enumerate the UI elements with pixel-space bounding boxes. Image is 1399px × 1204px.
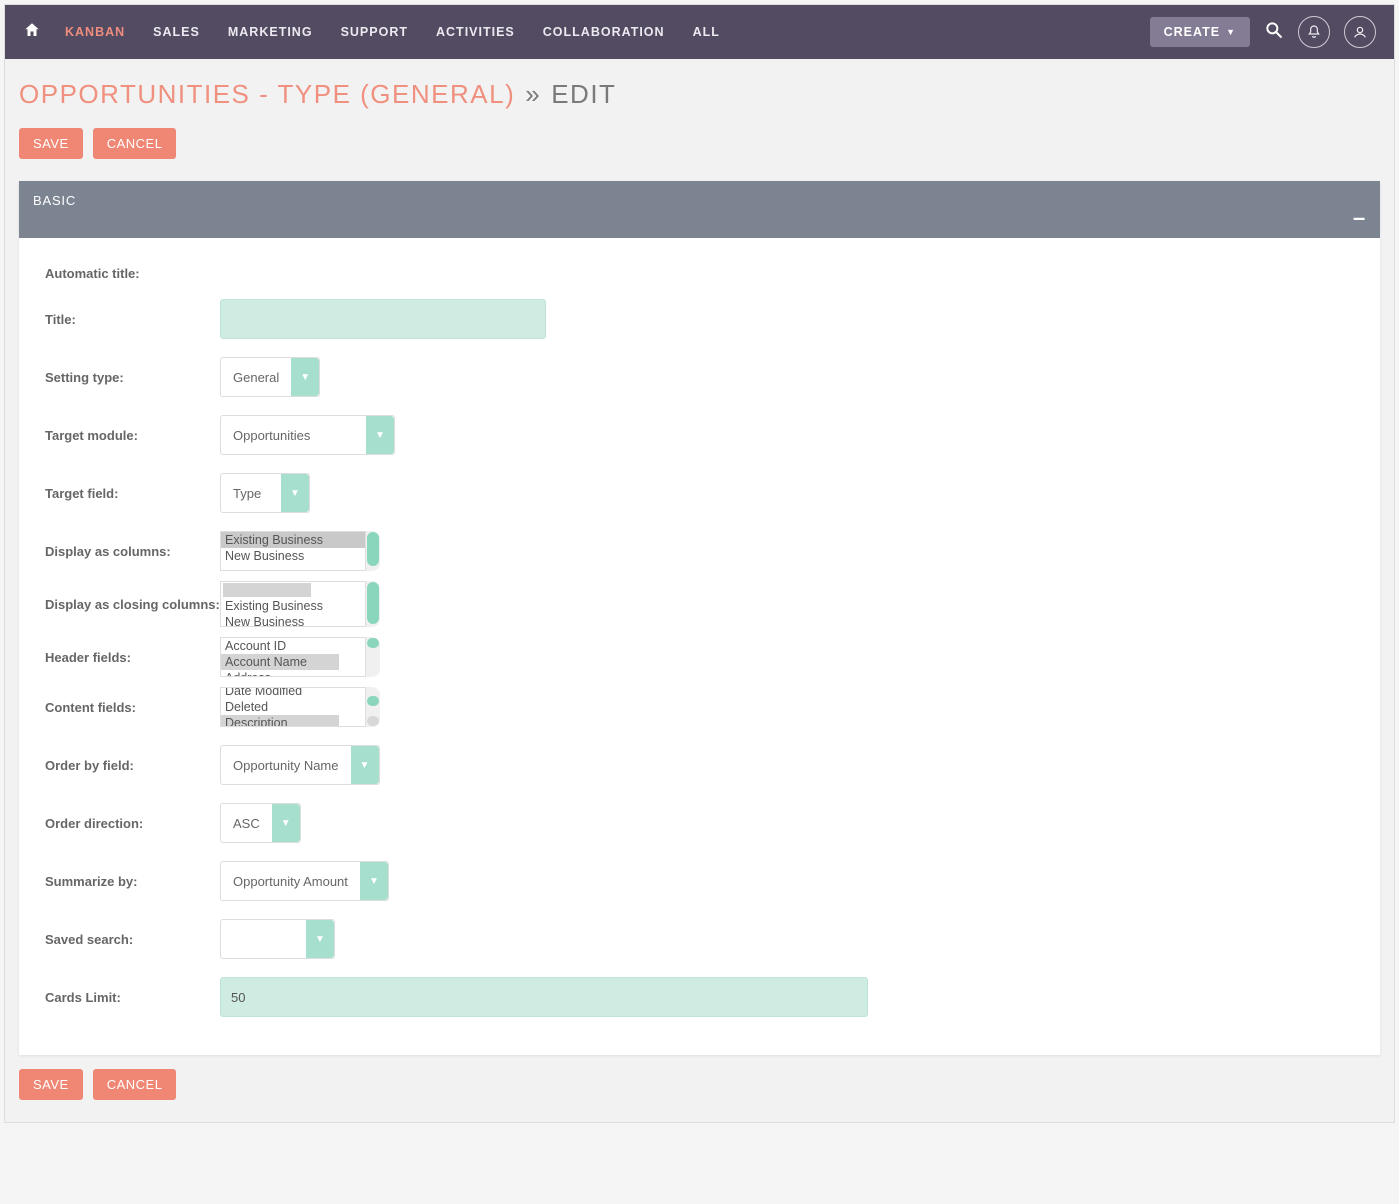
target-field-label: Target field: [45,486,220,501]
summarize-by-label: Summarize by: [45,874,220,889]
list-item[interactable]: Address [221,670,365,677]
summarize-by-value: Opportunity Amount [221,862,360,900]
scroll-thumb[interactable] [367,582,379,624]
search-icon[interactable] [1264,20,1284,45]
nav-support[interactable]: SUPPORT [341,25,408,39]
list-item[interactable]: Date Modified [221,687,365,699]
target-module-value: Opportunities [221,416,366,454]
list-item[interactable]: Account Name [221,654,339,670]
panel-title: BASIC [33,193,76,208]
list-item[interactable]: New Business [221,614,365,627]
list-item[interactable]: Account ID [221,638,365,654]
scroll-thumb[interactable] [367,716,379,726]
list-item[interactable]: Description [221,715,339,727]
caret-down-icon[interactable]: ▼ [366,416,394,454]
caret-down-icon[interactable]: ▼ [306,920,334,958]
caret-down-icon[interactable]: ▼ [272,804,300,842]
summarize-by-select[interactable]: Opportunity Amount ▼ [220,861,389,901]
home-icon[interactable] [23,21,41,44]
display-columns-select[interactable]: Existing Business New Business [220,531,366,571]
cards-limit-label: Cards Limit: [45,990,220,1005]
setting-type-label: Setting type: [45,370,220,385]
nav-kanban[interactable]: KANBAN [65,25,125,39]
nav-sales[interactable]: SALES [153,25,200,39]
order-by-select[interactable]: Opportunity Name ▼ [220,745,380,785]
breadcrumb-sep: » [525,79,541,110]
saved-search-label: Saved search: [45,932,220,947]
automatic-title-label: Automatic title: [45,266,220,281]
order-by-label: Order by field: [45,758,220,773]
navbar: KANBAN SALES MARKETING SUPPORT ACTIVITIE… [5,5,1394,59]
scrollbar[interactable] [366,687,380,727]
target-field-select[interactable]: Type ▼ [220,473,310,513]
list-item[interactable]: Deleted [221,699,365,715]
closing-columns-select[interactable]: Existing Business New Business [220,581,366,627]
list-item[interactable]: New Business [221,548,365,564]
nav-collaboration[interactable]: COLLABORATION [543,25,665,39]
saved-search-value [221,920,306,958]
create-button[interactable]: CREATE ▼ [1150,17,1250,47]
order-by-value: Opportunity Name [221,746,351,784]
title-input[interactable] [220,299,546,339]
caret-down-icon[interactable]: ▼ [351,746,379,784]
cancel-button[interactable]: CANCEL [93,128,177,159]
header-fields-select[interactable]: Account ID Account Name Address [220,637,366,677]
collapse-icon[interactable]: – [1353,215,1366,222]
content-fields-label: Content fields: [45,700,220,715]
order-dir-label: Order direction: [45,816,220,831]
basic-panel: BASIC – Automatic title: Title: Setting … [19,181,1380,1055]
scroll-thumb[interactable] [367,696,379,706]
target-module-select[interactable]: Opportunities ▼ [220,415,395,455]
scrollbar[interactable] [366,637,380,677]
list-item[interactable] [223,583,311,597]
scroll-thumb[interactable] [367,532,379,566]
caret-down-icon: ▼ [1226,27,1236,37]
notifications-icon[interactable] [1298,16,1330,48]
setting-type-select[interactable]: General ▼ [220,357,320,397]
save-button[interactable]: SAVE [19,128,83,159]
create-label: CREATE [1164,25,1220,39]
saved-search-select[interactable]: ▼ [220,919,335,959]
scrollbar[interactable] [366,581,380,627]
display-columns-label: Display as columns: [45,544,220,559]
nav-all[interactable]: ALL [693,25,720,39]
scrollbar[interactable] [366,531,380,571]
user-icon[interactable] [1344,16,1376,48]
panel-header: BASIC – [19,181,1380,238]
caret-down-icon[interactable]: ▼ [291,358,319,396]
cards-limit-input[interactable] [220,977,868,1017]
nav-activities[interactable]: ACTIVITIES [436,25,515,39]
save-button-bottom[interactable]: SAVE [19,1069,83,1100]
target-field-value: Type [221,474,281,512]
cancel-button-bottom[interactable]: CANCEL [93,1069,177,1100]
breadcrumb: OPPORTUNITIES - TYPE (GENERAL) » EDIT [19,79,1380,110]
closing-columns-label: Display as closing columns: [45,597,220,612]
setting-type-value: General [221,358,291,396]
list-item[interactable]: Existing Business [221,532,365,548]
nav-marketing[interactable]: MARKETING [228,25,313,39]
breadcrumb-action: EDIT [551,79,616,110]
scroll-thumb[interactable] [367,638,379,648]
content-fields-select[interactable]: Date Modified Deleted Description [220,687,366,727]
order-dir-value: ASC [221,804,272,842]
caret-down-icon[interactable]: ▼ [281,474,309,512]
breadcrumb-title[interactable]: OPPORTUNITIES - TYPE (GENERAL) [19,79,515,110]
target-module-label: Target module: [45,428,220,443]
header-fields-label: Header fields: [45,650,220,665]
nav-items: KANBAN SALES MARKETING SUPPORT ACTIVITIE… [65,25,1150,39]
list-item[interactable]: Existing Business [221,598,365,614]
caret-down-icon[interactable]: ▼ [360,862,388,900]
title-label: Title: [45,312,220,327]
order-dir-select[interactable]: ASC ▼ [220,803,301,843]
